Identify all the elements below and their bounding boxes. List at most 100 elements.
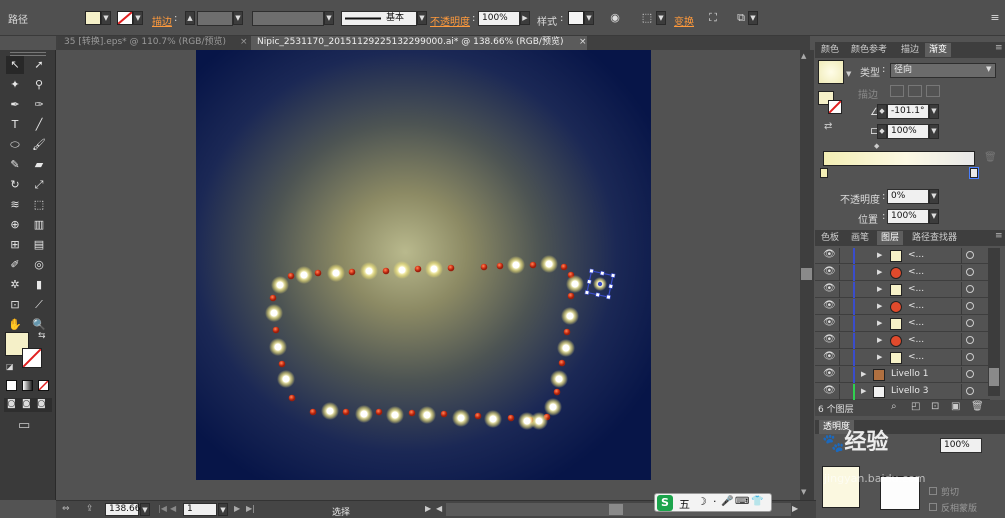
shape-builder-tool-icon[interactable]: ⊕ (6, 216, 24, 234)
target-circle-icon[interactable] (966, 336, 974, 344)
artboard-number-field[interactable]: 1 (183, 503, 217, 516)
new-layer-icon[interactable]: ▣ (951, 401, 960, 412)
glow-bulb-core[interactable] (276, 281, 284, 289)
stop-position-field[interactable]: 100% (887, 209, 929, 224)
glow-bulb-core[interactable] (274, 343, 282, 351)
target-circle-icon[interactable] (966, 285, 974, 293)
tab-stroke[interactable]: 描边 (897, 43, 923, 57)
hscroll-thumb[interactable] (609, 504, 623, 515)
invert-mask-checkbox[interactable] (929, 503, 937, 511)
red-bulb[interactable] (382, 267, 390, 275)
rotate-tool-icon[interactable]: ↻ (6, 176, 24, 194)
fill-swatch[interactable] (85, 11, 101, 25)
align-dropdown[interactable]: ▼ (656, 11, 666, 25)
brush-dropdown[interactable]: ▼ (417, 11, 427, 25)
tab-pathfinder[interactable]: 路径查找器 (908, 231, 961, 245)
glow-bulb-core[interactable] (545, 260, 553, 268)
red-bulb[interactable] (560, 263, 568, 271)
opacity-link[interactable]: 不透明度 (430, 13, 470, 28)
reverse-gradient-icon[interactable]: ⇄ (824, 121, 832, 132)
target-circle-icon[interactable] (966, 370, 974, 378)
zoom-field[interactable]: 138.66 (105, 503, 141, 516)
paintbrush-tool-icon[interactable]: 🖌 (30, 136, 48, 154)
red-bulb[interactable] (287, 272, 295, 280)
glow-bulb-core[interactable] (391, 411, 399, 419)
opacity-field[interactable]: 100% (478, 11, 520, 26)
tab-gradient[interactable]: 渐变 (925, 43, 952, 57)
recolor-icon[interactable]: ◉ (606, 10, 624, 26)
aspect-dropdown[interactable]: ▼ (929, 124, 939, 139)
expand-arrow-icon[interactable]: ▶ (877, 353, 882, 361)
red-bulb[interactable] (414, 265, 422, 273)
new-sublayer-icon[interactable]: ⊡ (931, 401, 939, 412)
prev-artboard-icon[interactable]: ◀ (170, 504, 176, 513)
column-graph-tool-icon[interactable]: ▮ (30, 276, 48, 294)
artboard-tool-icon[interactable]: ⊡ (6, 296, 24, 314)
selection-handle[interactable] (586, 279, 592, 285)
selection-handle[interactable] (595, 292, 601, 298)
midpoint-diamond-icon[interactable]: ◆ (874, 142, 879, 150)
selection-tool-icon[interactable]: ↖ (6, 56, 24, 74)
glow-bulb-core[interactable] (512, 261, 520, 269)
glow-bulb-core[interactable] (423, 411, 431, 419)
glow-bulb-core[interactable] (430, 265, 438, 273)
scroll-thumb[interactable] (801, 268, 812, 280)
next-artboard-icon[interactable]: ▶ (234, 504, 240, 513)
red-bulb[interactable] (375, 408, 383, 416)
ime-mode[interactable]: 五 (679, 496, 690, 512)
ellipse-tool-icon[interactable]: ⬭ (6, 136, 24, 154)
glow-bulb-core[interactable] (270, 309, 278, 317)
glow-bulb-core[interactable] (523, 417, 531, 425)
visibility-eye-icon[interactable]: 👁 (823, 368, 836, 379)
curvature-tool-icon[interactable]: ✑ (30, 96, 48, 114)
lasso-tool-icon[interactable]: ⚲ (30, 76, 48, 94)
selection-handle[interactable] (610, 273, 616, 279)
artboard[interactable] (196, 50, 651, 480)
layer-row[interactable]: 👁 ▶ <... (815, 316, 990, 332)
stroke-weight-field[interactable] (197, 11, 233, 26)
close-tab-icon[interactable]: × (579, 37, 587, 47)
layer-row[interactable]: 👁 ▶ <... (815, 333, 990, 349)
layer-row[interactable]: 👁 ▶ <... (815, 299, 990, 315)
pencil-tool-icon[interactable]: ✎ (6, 156, 24, 174)
eraser-tool-icon[interactable]: ▰ (30, 156, 48, 174)
stroke-weight-dropdown[interactable]: ▼ (233, 11, 243, 25)
glow-bulb-core[interactable] (555, 375, 563, 383)
screen-mode-icon[interactable]: ▭ (18, 418, 30, 433)
arrange-dropdown[interactable]: ▼ (748, 11, 758, 25)
visibility-eye-icon[interactable]: 👁 (823, 385, 836, 396)
none-mode-button[interactable] (38, 380, 49, 391)
stroke-along-icon[interactable] (908, 85, 922, 97)
vertical-scrollbar[interactable]: ▲ ▼ (800, 50, 814, 500)
red-bulb[interactable] (440, 410, 448, 418)
tab-ai-document[interactable]: Nipic_2531170_20151129225132299000.ai* @… (251, 36, 587, 50)
gradient-stop-left[interactable] (820, 168, 828, 178)
ime-keyboard-icon[interactable]: ⌨ (735, 496, 749, 507)
delete-layer-icon[interactable]: 🗑 (971, 401, 984, 412)
glow-bulb-core[interactable] (562, 344, 570, 352)
type-tool-icon[interactable]: T (6, 116, 24, 134)
mesh-tool-icon[interactable]: ⊞ (6, 236, 24, 254)
ime-moon-icon[interactable]: ☽ (697, 495, 707, 508)
red-bulb[interactable] (314, 269, 322, 277)
free-transform-tool-icon[interactable]: ⬚ (30, 196, 48, 214)
panel-menu-icon[interactable]: ≡ (995, 43, 1003, 53)
opacity-dropdown[interactable]: ▶ (520, 11, 530, 25)
swap-colors-icon[interactable]: ⇆ (38, 331, 46, 341)
warp-tool-icon[interactable]: ≋ (6, 196, 24, 214)
angle-stepper[interactable]: ◆ (877, 104, 887, 119)
red-bulb[interactable] (563, 328, 571, 336)
stroke-color-box[interactable] (22, 348, 42, 368)
selection-handle[interactable] (584, 289, 590, 295)
layer-row[interactable]: 👁 ▶ Livello 3 (815, 384, 990, 400)
selection-center-point[interactable] (597, 281, 603, 287)
hscroll-right-arrow[interactable]: ▶ (792, 504, 798, 513)
red-bulb[interactable] (447, 264, 455, 272)
tab-brushes[interactable]: 画笔 (847, 231, 873, 245)
ime-punct[interactable]: · (713, 495, 717, 508)
draw-normal-icon[interactable]: ◙ (7, 399, 16, 409)
visibility-eye-icon[interactable]: 👁 (823, 266, 836, 277)
expand-arrow-icon[interactable]: ▶ (877, 302, 882, 310)
expand-arrow-icon[interactable]: ▶ (877, 268, 882, 276)
export-icon[interactable]: ⇪ (86, 504, 94, 514)
